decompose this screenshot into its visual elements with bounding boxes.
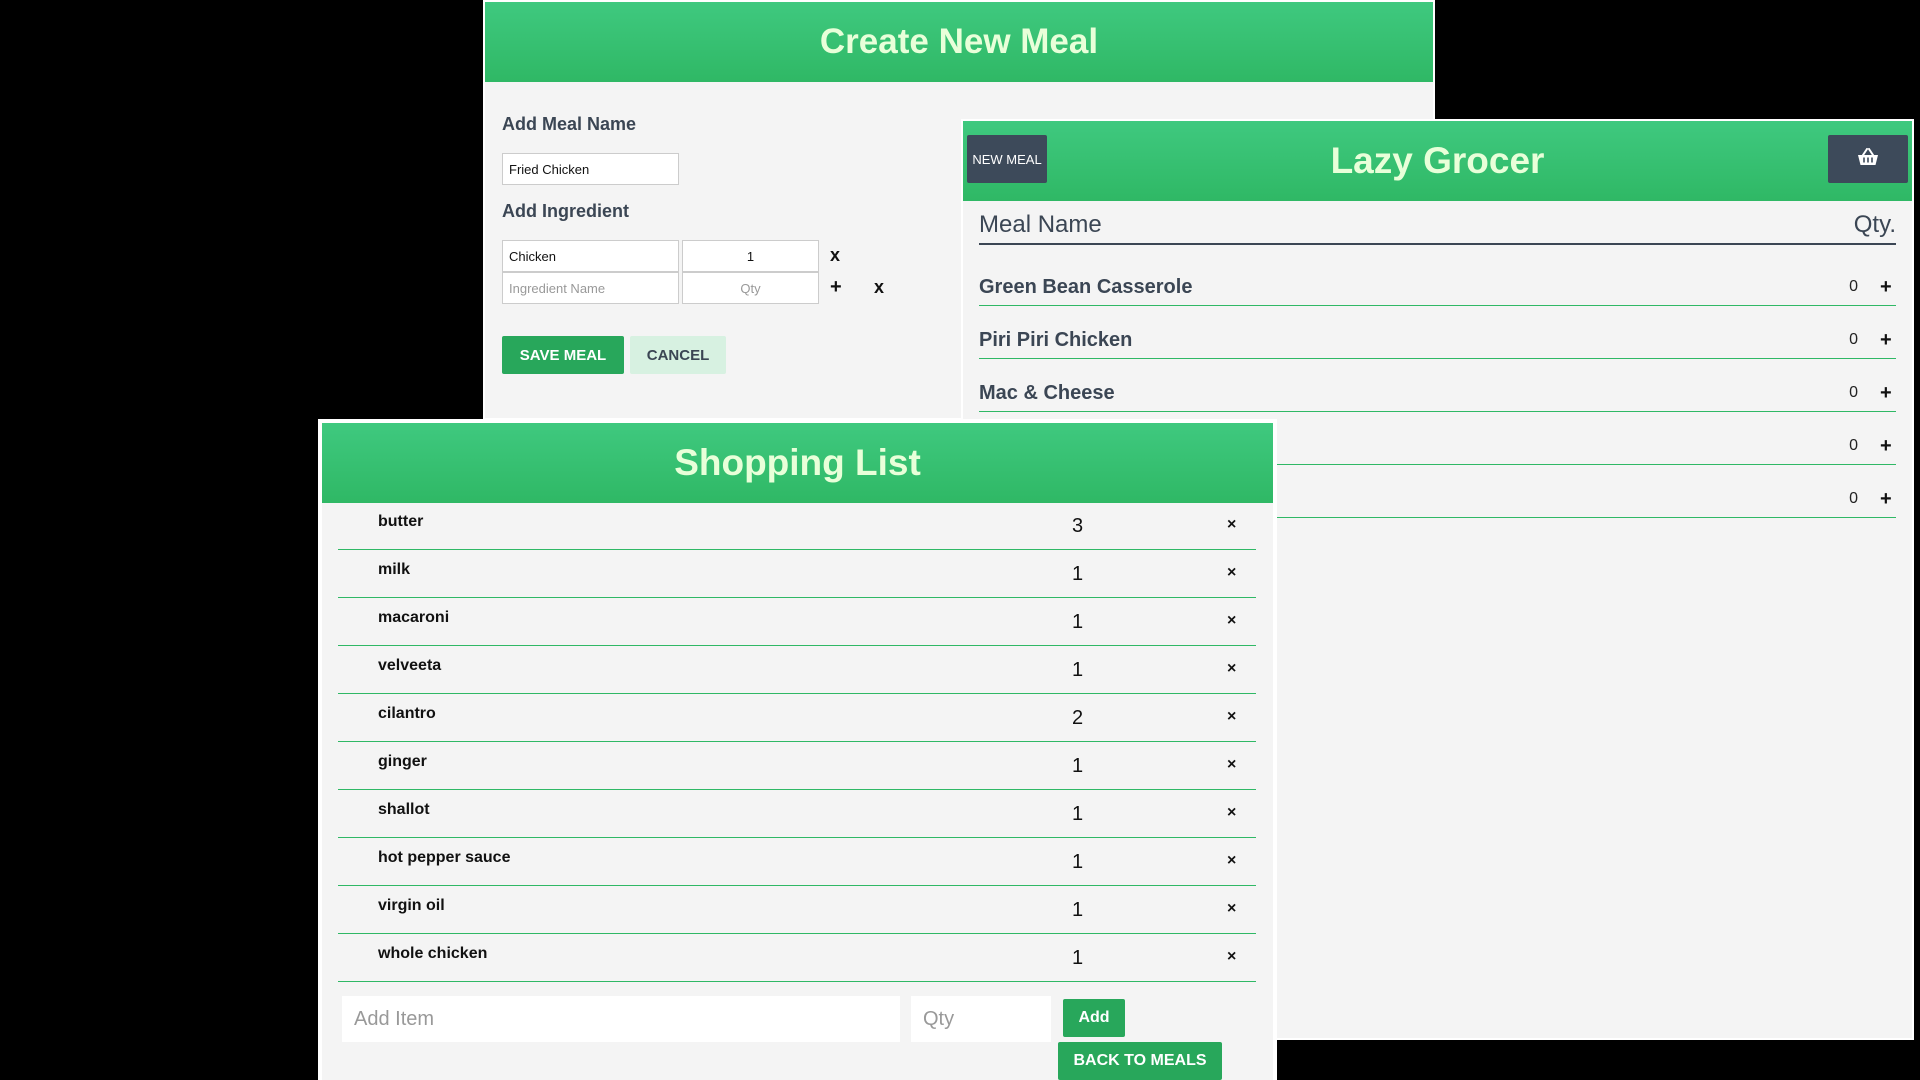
list-item: shallot 1 × xyxy=(338,791,1256,838)
meal-name-column-header: Meal Name xyxy=(979,211,1102,238)
item-name: virgin oil xyxy=(378,897,445,914)
back-to-meals-button[interactable]: BACK TO MEALS xyxy=(1058,1042,1222,1080)
shopping-basket-button[interactable] xyxy=(1828,135,1908,183)
remove-item-button[interactable]: × xyxy=(1227,708,1236,726)
item-qty: 1 xyxy=(1072,659,1084,681)
create-meal-header: Create New Meal xyxy=(485,2,1433,82)
add-item-button[interactable]: Add xyxy=(1063,999,1125,1037)
item-name: macaroni xyxy=(378,609,450,626)
save-meal-button[interactable]: SAVE MEAL xyxy=(502,336,624,374)
meal-row: Piri Piri Chicken 0 + xyxy=(979,322,1896,359)
add-ingredient-button[interactable]: + xyxy=(830,276,842,299)
add-meal-button[interactable]: + xyxy=(1880,276,1896,299)
remove-item-button[interactable]: × xyxy=(1227,516,1236,534)
item-name: velveeta xyxy=(378,657,442,674)
item-qty: 3 xyxy=(1072,515,1084,537)
remove-item-button[interactable]: × xyxy=(1227,852,1236,870)
remove-item-button[interactable]: × xyxy=(1227,564,1236,582)
remove-new-ingredient-button[interactable]: x xyxy=(874,277,884,298)
item-qty: 1 xyxy=(1072,899,1084,921)
meal-row: Mac & Cheese 0 + xyxy=(979,375,1896,412)
item-name: butter xyxy=(378,513,424,530)
list-item: butter 3 × xyxy=(338,503,1256,550)
list-item: macaroni 1 × xyxy=(338,599,1256,646)
meal-name-input[interactable]: Fried Chicken xyxy=(502,153,679,185)
list-item: ginger 1 × xyxy=(338,743,1256,790)
remove-ingredient-button[interactable]: x xyxy=(830,245,840,266)
new-ingredient-name-input[interactable]: Ingredient Name xyxy=(502,272,679,304)
item-name: whole chicken xyxy=(378,945,488,962)
ingredient-label: Add Ingredient xyxy=(502,201,629,221)
list-item: milk 1 × xyxy=(338,551,1256,598)
item-qty: 1 xyxy=(1072,611,1084,633)
shopping-list-header: Shopping List xyxy=(322,423,1273,503)
list-item: cilantro 2 × xyxy=(338,695,1256,742)
item-qty: 1 xyxy=(1072,851,1084,873)
lazy-grocer-title: Lazy Grocer xyxy=(1330,140,1545,181)
meal-qty: 0 xyxy=(1849,331,1858,348)
item-name: ginger xyxy=(378,753,427,770)
add-meal-button[interactable]: + xyxy=(1880,329,1896,352)
meal-name: Piri Piri Chicken xyxy=(979,328,1133,351)
list-item: velveeta 1 × xyxy=(338,647,1256,694)
meal-qty: 0 xyxy=(1849,437,1858,454)
lazy-grocer-header: NEW MEAL Lazy Grocer xyxy=(963,121,1912,201)
item-name: cilantro xyxy=(378,705,436,722)
meal-name: Mac & Cheese xyxy=(979,381,1115,404)
add-item-input[interactable]: Add Item xyxy=(342,996,900,1042)
add-meal-button[interactable]: + xyxy=(1880,488,1896,511)
qty-column-header: Qty. xyxy=(1853,211,1896,238)
item-qty: 1 xyxy=(1072,755,1084,777)
list-item: hot pepper sauce 1 × xyxy=(338,839,1256,886)
ingredient-qty-input[interactable]: 1 xyxy=(682,240,819,272)
meal-name: Green Bean Casserole xyxy=(979,275,1193,298)
item-name: hot pepper sauce xyxy=(378,849,511,866)
remove-item-button[interactable]: × xyxy=(1227,612,1236,630)
meal-qty: 0 xyxy=(1849,490,1858,507)
basket-icon xyxy=(1857,147,1879,171)
create-meal-title: Create New Meal xyxy=(819,22,1099,61)
item-name: shallot xyxy=(378,801,430,818)
remove-item-button[interactable]: × xyxy=(1227,804,1236,822)
remove-item-button[interactable]: × xyxy=(1227,948,1236,966)
item-qty: 1 xyxy=(1072,803,1084,825)
meal-name-label: Add Meal Name xyxy=(502,114,637,134)
remove-item-button[interactable]: × xyxy=(1227,756,1236,774)
remove-item-button[interactable]: × xyxy=(1227,660,1236,678)
list-item: virgin oil 1 × xyxy=(338,887,1256,934)
remove-item-button[interactable]: × xyxy=(1227,900,1236,918)
cancel-button[interactable]: CANCEL xyxy=(630,336,726,374)
ingredient-name-input[interactable]: Chicken xyxy=(502,240,679,272)
meal-row: Green Bean Casserole 0 + xyxy=(979,269,1896,306)
item-qty: 2 xyxy=(1072,707,1084,729)
meal-table-header: Meal Name Qty. xyxy=(979,207,1896,245)
item-qty: 1 xyxy=(1072,563,1084,585)
shopping-list-window: Shopping List butter 3 × milk 1 × macaro… xyxy=(318,419,1277,1080)
meal-qty: 0 xyxy=(1849,384,1858,401)
add-qty-input[interactable]: Qty xyxy=(911,996,1051,1042)
new-ingredient-qty-input[interactable]: Qty xyxy=(682,272,819,304)
item-qty: 1 xyxy=(1072,947,1084,969)
list-item: whole chicken 1 × xyxy=(338,935,1256,982)
meal-qty: 0 xyxy=(1849,278,1858,295)
shopping-list-title: Shopping List xyxy=(674,442,921,483)
add-meal-button[interactable]: + xyxy=(1880,382,1896,405)
new-meal-button[interactable]: NEW MEAL xyxy=(967,135,1047,183)
item-name: milk xyxy=(378,561,411,578)
add-meal-button[interactable]: + xyxy=(1880,435,1896,458)
